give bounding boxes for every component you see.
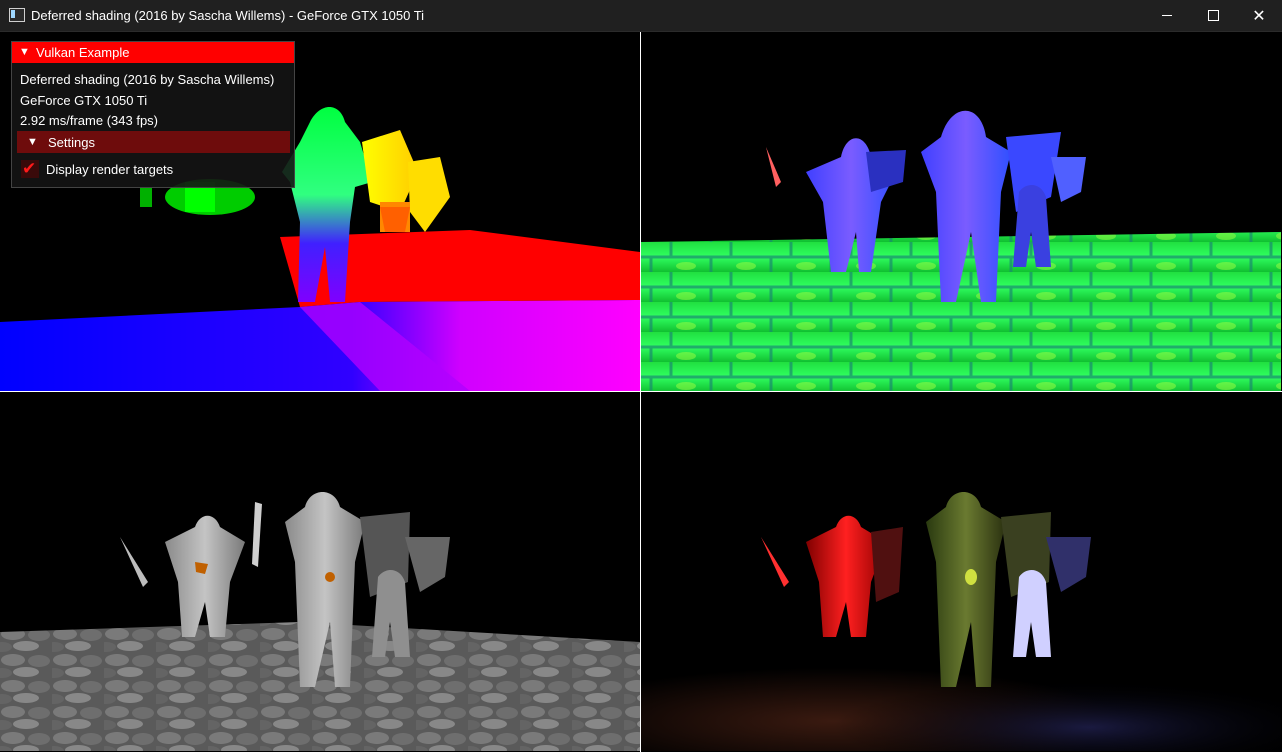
overlay-title: Vulkan Example: [36, 45, 130, 60]
checkmark-icon: ✔: [22, 159, 37, 179]
normal-render-target: [641, 32, 1281, 391]
settings-collapsing-header[interactable]: ▼ Settings: [17, 131, 290, 153]
window-titlebar[interactable]: Deferred shading (2016 by Sascha Willems…: [0, 0, 1282, 32]
display-render-targets-label: Display render targets: [46, 162, 174, 177]
frame-time: 2.92 ms/frame (343 fps): [20, 113, 158, 128]
vulkan-example-overlay[interactable]: ▼ Vulkan Example Deferred shading (2016 …: [11, 41, 295, 188]
albedo-render-target: [0, 392, 640, 751]
expand-arrow-icon: ▼: [27, 136, 38, 148]
minimize-icon: [1162, 15, 1172, 16]
display-render-targets-option[interactable]: ✔ Display render targets: [17, 158, 290, 180]
viewport-divider-horizontal: [0, 391, 1282, 392]
maximize-button[interactable]: [1190, 0, 1236, 31]
example-name: Deferred shading (2016 by Sascha Willems…: [20, 72, 275, 87]
gpu-name: GeForce GTX 1050 Ti: [20, 93, 148, 108]
overlay-titlebar[interactable]: ▼ Vulkan Example: [12, 42, 294, 63]
window-title: Deferred shading (2016 by Sascha Willems…: [31, 8, 425, 23]
close-icon: ✕: [1252, 5, 1266, 25]
viewport-divider-vertical: [640, 32, 641, 752]
app-icon: [9, 8, 25, 22]
display-render-targets-checkbox[interactable]: ✔: [21, 159, 39, 179]
minimize-button[interactable]: [1144, 0, 1190, 31]
collapse-arrow-icon[interactable]: ▼: [19, 46, 30, 58]
maximize-icon: [1207, 10, 1219, 21]
settings-label: Settings: [48, 135, 95, 150]
close-button[interactable]: ✕: [1236, 0, 1282, 31]
composition-render-target: [641, 392, 1281, 751]
